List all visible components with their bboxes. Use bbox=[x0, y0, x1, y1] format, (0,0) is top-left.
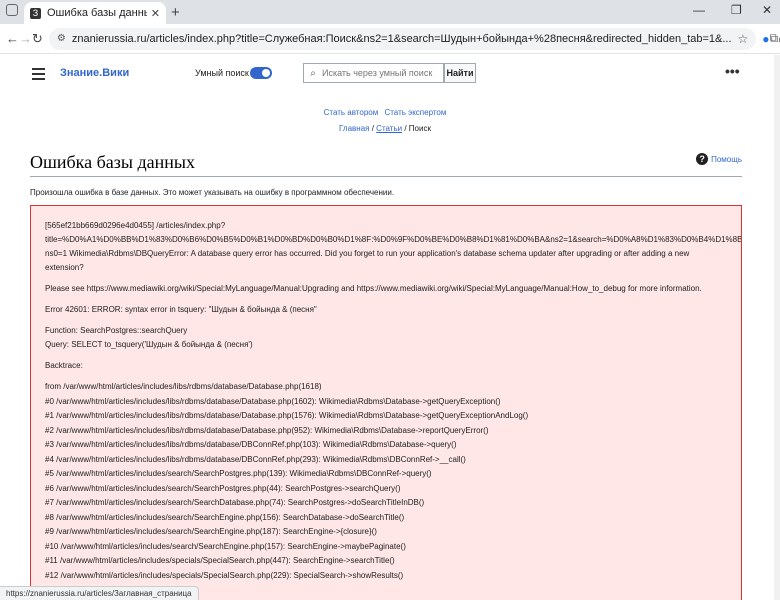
backtrace-line: #9 /var/www/html/articles/includes/searc… bbox=[45, 527, 377, 536]
page-scrollbar[interactable] bbox=[774, 55, 780, 600]
backtrace-line: #4 /var/www/html/articles/includes/libs/… bbox=[45, 454, 466, 464]
help-icon: ? bbox=[696, 153, 709, 165]
backtrace-line: #5 /var/www/html/articles/includes/searc… bbox=[45, 469, 432, 478]
close-window-icon[interactable]: ✕ bbox=[762, 3, 772, 17]
url-text[interactable]: znanierussia.ru/articles/index.php?title… bbox=[72, 33, 732, 45]
close-tab-icon[interactable]: ✕ bbox=[151, 7, 160, 20]
browser-tab[interactable]: З Ошибка базы данных — энци ✕ bbox=[24, 2, 166, 24]
backtrace-list: from /var/www/html/articles/includes/lib… bbox=[45, 380, 727, 583]
backtrace-line: #2 /var/www/html/articles/includes/libs/… bbox=[45, 425, 489, 435]
bookmark-star-icon[interactable]: ☆ bbox=[738, 32, 749, 46]
breadcrumb-separator: / bbox=[402, 124, 409, 133]
error-query: Query: SELECT to_tsquery('Шудын & бойынд… bbox=[45, 340, 253, 349]
search-box[interactable]: ⌕ bbox=[303, 63, 444, 83]
error-line-1: [565ef21bb669d0296e4d0455] /articles/ind… bbox=[45, 221, 226, 230]
site-logo[interactable]: Знание.Вики bbox=[60, 67, 129, 79]
error-line-2: title=%D0%A1%D0%BB%D1%83%D0%B6%D0%B5%D0%… bbox=[45, 235, 742, 244]
site-info-icon[interactable]: ⚙ bbox=[57, 33, 66, 44]
backtrace-line: #8 /var/www/html/articles/includes/searc… bbox=[45, 512, 405, 522]
backtrace-line: #0 /var/www/html/articles/includes/libs/… bbox=[45, 396, 501, 406]
backtrace-line: #7 /var/www/html/articles/includes/searc… bbox=[45, 498, 425, 507]
search-input[interactable] bbox=[322, 68, 443, 78]
breadcrumb-current: Поиск bbox=[408, 124, 431, 133]
backtrace-line: #11 /var/www/html/articles/includes/spec… bbox=[45, 556, 395, 565]
backtrace-line: #10 /var/www/html/articles/includes/sear… bbox=[45, 541, 406, 551]
browser-tab-bar: З Ошибка базы данных — энци ✕ + — ❐ ✕ bbox=[0, 0, 780, 24]
search-icon: ⌕ bbox=[310, 67, 316, 79]
favicon-icon: З bbox=[30, 7, 41, 19]
status-bar-url: https://znanierussia.ru/articles/Заглавн… bbox=[0, 586, 199, 600]
backtrace-line: #3 /var/www/html/articles/includes/libs/… bbox=[45, 440, 457, 449]
error-code: Error 42601: ERROR: syntax error in tsqu… bbox=[45, 305, 317, 314]
more-options-icon[interactable]: ••• bbox=[725, 63, 740, 79]
become-expert-link[interactable]: Стать экспертом bbox=[384, 108, 446, 117]
breadcrumb: Главная / Статьи / Поиск bbox=[0, 124, 770, 133]
top-links: Стать автором Стать экспертом bbox=[0, 108, 770, 117]
address-bar[interactable]: ⚙ znanierussia.ru/articles/index.php?tit… bbox=[48, 27, 757, 50]
browser-toolbar: ← → ↻ ⚙ znanierussia.ru/articles/index.p… bbox=[0, 24, 780, 54]
extension-icon[interactable]: ● bbox=[762, 32, 769, 46]
restore-icon[interactable]: ❐ bbox=[731, 3, 742, 17]
error-line-3: ns0=1 Wikimedia\Rdbms\DBQueryError: A da… bbox=[45, 249, 690, 272]
backtrace-line: #6 /var/www/html/articles/includes/searc… bbox=[45, 483, 401, 493]
new-tab-icon[interactable]: + bbox=[171, 4, 180, 21]
backtrace-line: #12 /var/www/html/articles/includes/spec… bbox=[45, 570, 404, 580]
backtrace-line: from /var/www/html/articles/includes/lib… bbox=[45, 382, 322, 391]
backtrace-label: Backtrace: bbox=[45, 361, 83, 370]
error-box: [565ef21bb669d0296e4d0455] /articles/ind… bbox=[30, 205, 742, 600]
minimize-icon[interactable]: — bbox=[693, 3, 705, 17]
tab-search-icon[interactable] bbox=[6, 4, 18, 16]
intro-text: Произошла ошибка в базе данных. Это може… bbox=[30, 188, 395, 197]
tab-title: Ошибка базы данных — энци bbox=[47, 7, 147, 19]
help-link[interactable]: ? Помощь bbox=[696, 153, 742, 165]
backtrace-line: #1 /var/www/html/articles/includes/libs/… bbox=[45, 411, 529, 420]
extensions-puzzle-icon[interactable]: ⧉ bbox=[770, 31, 779, 46]
back-icon[interactable]: ← bbox=[6, 31, 19, 46]
breadcrumb-articles[interactable]: Статьи bbox=[376, 124, 402, 133]
help-label[interactable]: Помощь bbox=[711, 155, 742, 164]
smart-search-label: Умный поиск bbox=[195, 68, 249, 78]
page-title: Ошибка базы данных bbox=[30, 152, 195, 172]
site-header: Знание.Вики Умный поиск ⌕ Найти ••• bbox=[0, 55, 780, 93]
hamburger-menu-icon[interactable] bbox=[32, 68, 45, 83]
page-heading: Ошибка базы данных ? Помощь bbox=[30, 152, 742, 177]
forward-icon[interactable]: → bbox=[19, 31, 32, 46]
breadcrumb-home[interactable]: Главная bbox=[339, 124, 369, 133]
please-see-text: Please see https://www.mediawiki.org/wik… bbox=[45, 284, 702, 293]
error-function: Function: SearchPostgres::searchQuery bbox=[45, 326, 188, 335]
become-author-link[interactable]: Стать автором bbox=[324, 108, 379, 117]
smart-search-toggle[interactable] bbox=[250, 67, 272, 79]
reload-icon[interactable]: ↻ bbox=[32, 31, 43, 47]
search-button[interactable]: Найти bbox=[444, 63, 476, 83]
